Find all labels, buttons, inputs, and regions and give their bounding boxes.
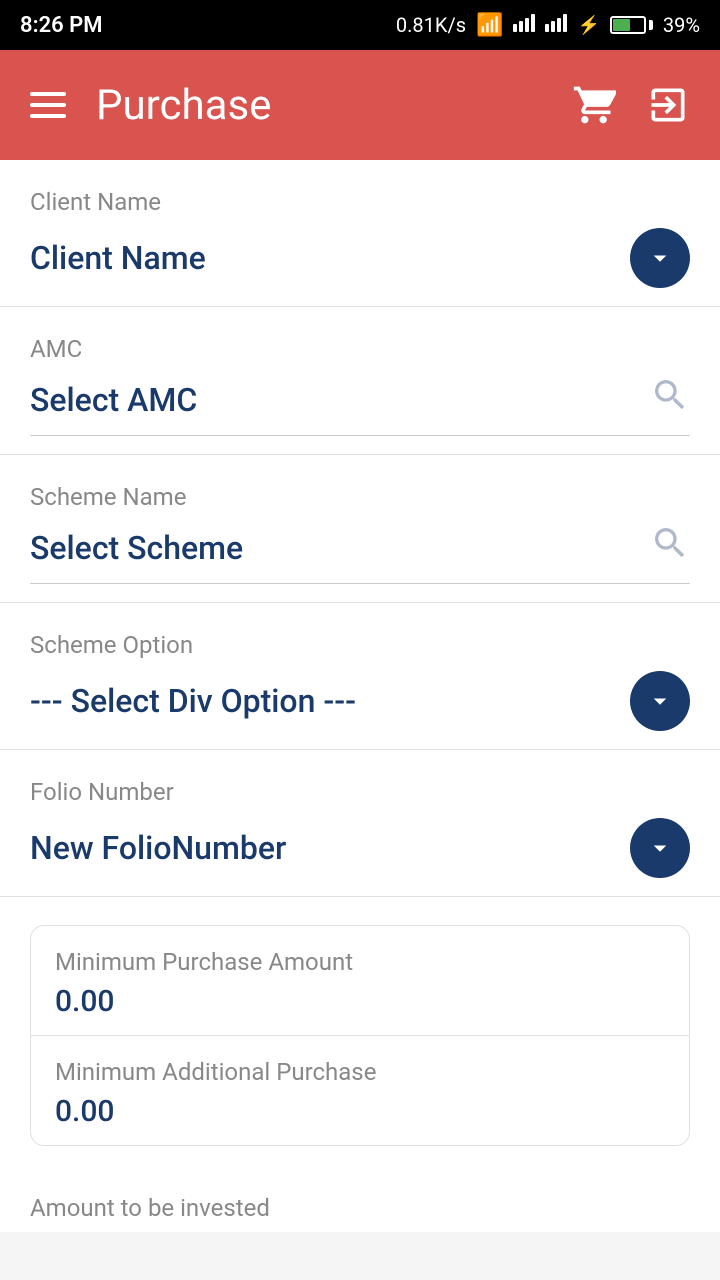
app-bar-left: Purchase (30, 81, 271, 130)
app-bar-right (572, 83, 690, 127)
min-additional-label: Minimum Additional Purchase (55, 1058, 665, 1086)
status-bar: 8:26 PM 0.81K/s 📶 ⚡ (0, 0, 720, 50)
app-bar: Purchase (0, 50, 720, 160)
min-purchase-label: Minimum Purchase Amount (55, 948, 665, 976)
scheme-name-field: Scheme Name Select Scheme (0, 455, 720, 603)
signal-icon-2 (545, 13, 567, 37)
info-card: Minimum Purchase Amount 0.00 Minimum Add… (30, 925, 690, 1146)
folio-number-dropdown[interactable] (630, 818, 690, 878)
amc-label: AMC (30, 335, 690, 363)
min-additional-value: 0.00 (55, 1094, 665, 1129)
cart-button[interactable] (572, 83, 616, 127)
folio-number-field: Folio Number New FolioNumber (0, 750, 720, 897)
menu-button[interactable] (30, 92, 66, 118)
amc-value: Select AMC (30, 381, 197, 419)
scheme-option-dropdown[interactable] (630, 671, 690, 731)
network-speed: 0.81K/s (396, 13, 466, 37)
status-right: 0.81K/s 📶 ⚡ (396, 13, 700, 38)
charging-icon: ⚡ (577, 15, 599, 36)
folio-number-row: New FolioNumber (30, 818, 690, 878)
amc-search-button[interactable] (650, 375, 690, 425)
scheme-option-row: --- Select Div Option --- (30, 671, 690, 731)
client-name-dropdown[interactable] (630, 228, 690, 288)
logout-button[interactable] (646, 83, 690, 127)
min-purchase-row: Minimum Purchase Amount 0.00 (31, 926, 689, 1035)
min-purchase-value: 0.00 (55, 984, 665, 1019)
scheme-option-field: Scheme Option --- Select Div Option --- (0, 603, 720, 750)
scheme-name-row: Select Scheme (30, 523, 690, 584)
scheme-search-button[interactable] (650, 523, 690, 573)
amount-label: Amount to be invested (30, 1194, 690, 1222)
client-name-row: Client Name (30, 228, 690, 288)
form-content: Client Name Client Name AMC Select AMC S… (0, 160, 720, 1232)
scheme-name-value: Select Scheme (30, 529, 243, 567)
scheme-option-value: --- Select Div Option --- (30, 682, 356, 720)
folio-number-label: Folio Number (30, 778, 690, 806)
folio-number-value: New FolioNumber (30, 829, 286, 867)
amc-row: Select AMC (30, 375, 690, 436)
page-title: Purchase (96, 81, 271, 130)
scheme-name-label: Scheme Name (30, 483, 690, 511)
wifi-icon: 📶 (476, 13, 503, 38)
amc-field: AMC Select AMC (0, 307, 720, 455)
client-name-label: Client Name (30, 188, 690, 216)
client-name-value: Client Name (30, 239, 206, 277)
client-name-field: Client Name Client Name (0, 160, 720, 307)
status-time: 8:26 PM (20, 13, 103, 38)
min-additional-purchase-row: Minimum Additional Purchase 0.00 (31, 1035, 689, 1145)
battery-icon (610, 16, 653, 34)
battery-level: 39% (663, 13, 700, 37)
amount-section: Amount to be invested (0, 1174, 720, 1232)
signal-icon-1 (513, 13, 535, 37)
scheme-option-label: Scheme Option (30, 631, 690, 659)
